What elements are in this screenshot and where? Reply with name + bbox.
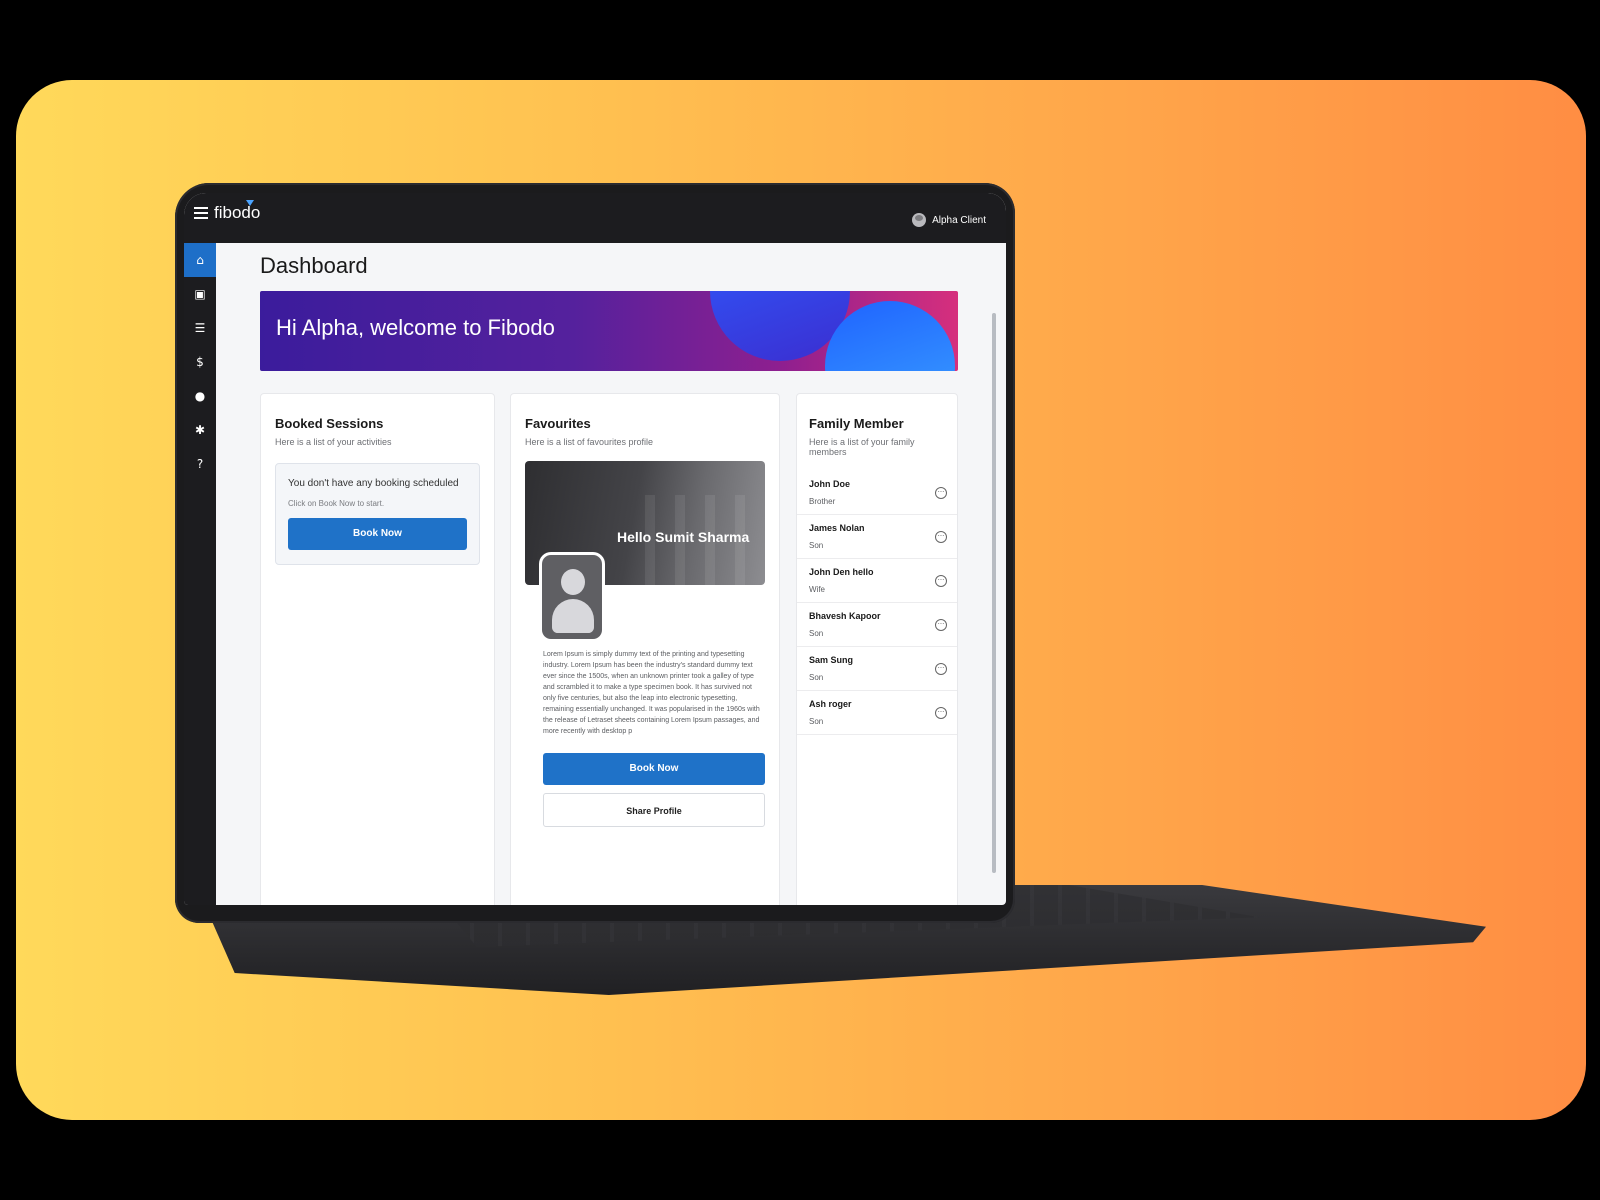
dollar-icon[interactable]: $ — [184, 345, 216, 379]
page-title: Dashboard — [260, 253, 368, 278]
list-item[interactable]: John Den hello Wife ··· — [797, 559, 957, 603]
member-name: Sam Sung — [809, 655, 854, 665]
member-relation: Son — [809, 541, 824, 550]
home-icon[interactable]: ⌂ — [184, 243, 216, 277]
laptop-screen: fibodo Alpha Client ⌂ ▣ ☰ $ ● ✱ ? Dashbo… — [184, 193, 1006, 905]
booked-sessions-card: Booked Sessions Here is a list of your a… — [260, 393, 495, 905]
member-relation: Son — [809, 717, 824, 726]
card-subtitle: Here is a list of your family members — [809, 437, 915, 457]
list-item[interactable]: Bhavesh Kapoor Son ··· — [797, 603, 957, 647]
member-name: John Den hello — [809, 567, 874, 577]
welcome-banner: Hi Alpha, welcome to Fibodo — [260, 291, 958, 371]
more-options-icon[interactable]: ··· — [935, 663, 947, 675]
book-now-button[interactable]: Book Now — [288, 518, 467, 550]
brand-logo[interactable]: fibodo — [214, 203, 260, 223]
more-options-icon[interactable]: ··· — [935, 619, 947, 631]
card-subtitle: Here is a list of favourites profile — [525, 437, 654, 447]
member-name: James Nolan — [809, 523, 865, 533]
member-relation: Son — [809, 629, 824, 638]
avatar — [539, 552, 605, 642]
favourites-card: Favourites Here is a list of favourites … — [510, 393, 780, 905]
list-item[interactable]: James Nolan Son ··· — [797, 515, 957, 559]
member-relation: Brother — [809, 497, 836, 506]
card-subtitle: Here is a list of your activities — [275, 437, 392, 447]
list-item[interactable]: Ash roger Son ··· — [797, 691, 957, 735]
empty-state: You don't have any booking scheduled Cli… — [275, 463, 480, 565]
member-name: Ash roger — [809, 699, 852, 709]
family-list: John Doe Brother ··· James Nolan Son ···… — [797, 471, 957, 735]
main-content: Dashboard Hi Alpha, welcome to Fibodo Bo… — [236, 243, 996, 905]
card-title: Booked Sessions — [275, 416, 384, 431]
chat-icon[interactable]: ● — [184, 379, 216, 413]
more-options-icon[interactable]: ··· — [935, 575, 947, 587]
gear-icon[interactable]: ✱ — [184, 413, 216, 447]
user-name: Alpha Client — [932, 214, 986, 226]
calendar-icon[interactable]: ▣ — [184, 277, 216, 311]
more-options-icon[interactable]: ··· — [935, 531, 947, 543]
scrollbar[interactable] — [992, 313, 996, 873]
card-title: Family Member — [809, 416, 904, 431]
profile-greeting: Hello Sumit Sharma — [617, 529, 750, 545]
card-title: Favourites — [525, 416, 591, 431]
share-profile-button[interactable]: Share Profile — [543, 793, 765, 827]
member-relation: Son — [809, 673, 824, 682]
sidebar: ⌂ ▣ ☰ $ ● ✱ ? — [184, 243, 216, 905]
member-name: Bhavesh Kapoor — [809, 611, 881, 621]
empty-state-hint: Click on Book Now to start. — [288, 499, 385, 508]
stage: fibodo Alpha Client ⌂ ▣ ☰ $ ● ✱ ? Dashbo… — [0, 0, 1600, 1200]
about-text: Lorem Ipsum is simply dummy text of the … — [543, 651, 760, 735]
book-now-button[interactable]: Book Now — [543, 753, 765, 785]
list-item[interactable]: Sam Sung Son ··· — [797, 647, 957, 691]
help-icon[interactable]: ? — [184, 447, 216, 481]
avatar — [912, 213, 927, 227]
more-options-icon[interactable]: ··· — [935, 707, 947, 719]
brand-logo-mark — [246, 200, 254, 206]
top-bar: fibodo Alpha Client — [184, 193, 1006, 243]
more-options-icon[interactable]: ··· — [935, 487, 947, 499]
user-menu[interactable]: Alpha Client — [912, 213, 986, 227]
welcome-text: Hi Alpha, welcome to Fibodo — [276, 315, 555, 340]
list-item[interactable]: John Doe Brother ··· — [797, 471, 957, 515]
family-member-card: Family Member Here is a list of your fam… — [796, 393, 958, 905]
empty-state-title: You don't have any booking scheduled — [288, 478, 459, 489]
member-relation: Wife — [809, 585, 825, 594]
menu-icon[interactable] — [194, 207, 208, 219]
member-name: John Doe — [809, 479, 851, 489]
list-icon[interactable]: ☰ — [184, 311, 216, 345]
